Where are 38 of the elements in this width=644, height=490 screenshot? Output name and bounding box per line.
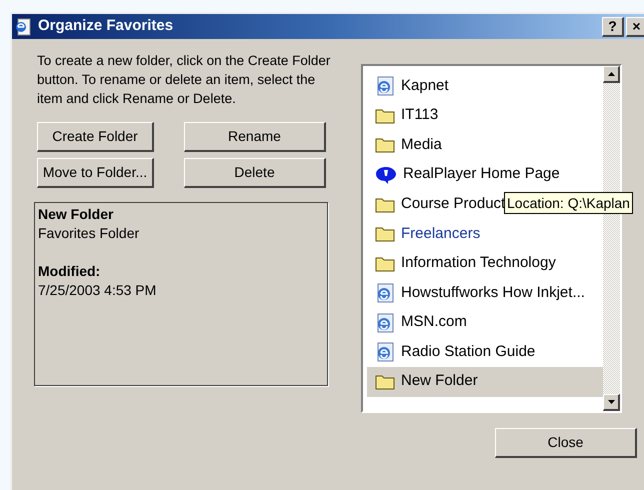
globe-e-icon [375,282,395,303]
modified-label: Modified: [38,262,102,281]
folder-icon [375,136,395,154]
favorite-item[interactable]: Media [367,130,603,160]
action-button[interactable]: Delete [184,158,326,188]
favorite-item[interactable]: Freelancers [367,218,603,249]
document-e-icon [14,18,32,36]
favorite-item[interactable]: RealPlayer Home Page [367,160,603,190]
action-button[interactable]: Rename [184,122,326,152]
folder-icon [375,106,395,124]
action-button[interactable]: Create Folder [37,122,154,152]
globe-e-icon [375,342,395,362]
scroll-down-icon[interactable] [603,394,620,411]
favorite-item[interactable]: Kapnet [367,71,603,101]
action-button[interactable]: Move to Folder... [37,158,154,188]
modified-date: 7/25/2003 4:53 PM [38,281,158,300]
favorite-item[interactable]: Information Technology [367,248,603,278]
tooltip: Location: Q:\Kaplan [504,192,633,214]
folder-icon [375,254,395,272]
help-button[interactable]: ? [602,16,624,36]
globe-e-icon [375,76,395,96]
folder-icon [375,196,395,213]
window-title: Organize Favorites [38,16,174,36]
favorite-item[interactable]: Howstuffworks How Inkjet... [367,278,603,308]
favorite-item[interactable]: IT113 [367,100,603,130]
close-button[interactable]: × [626,16,644,36]
folder-icon [375,225,395,242]
item-name: New Folder [38,205,114,224]
item-type: Favorites Folder [38,224,140,243]
globe-e-icon [375,312,395,333]
scroll-up-icon[interactable] [603,66,620,83]
speech-bubble-icon [375,164,397,185]
close-dialog-button[interactable]: Close [495,428,637,458]
favorite-item[interactable]: Radio Station Guide [367,337,603,367]
folder-icon [375,373,395,390]
favorite-item[interactable]: New Folder [367,366,603,397]
instructions-text: To create a new folder, click on the Create Folder button. To rename or delete an item, select the item and click Rename or Delete. [37,52,332,108]
favorite-item[interactable]: MSN.com [367,308,603,338]
